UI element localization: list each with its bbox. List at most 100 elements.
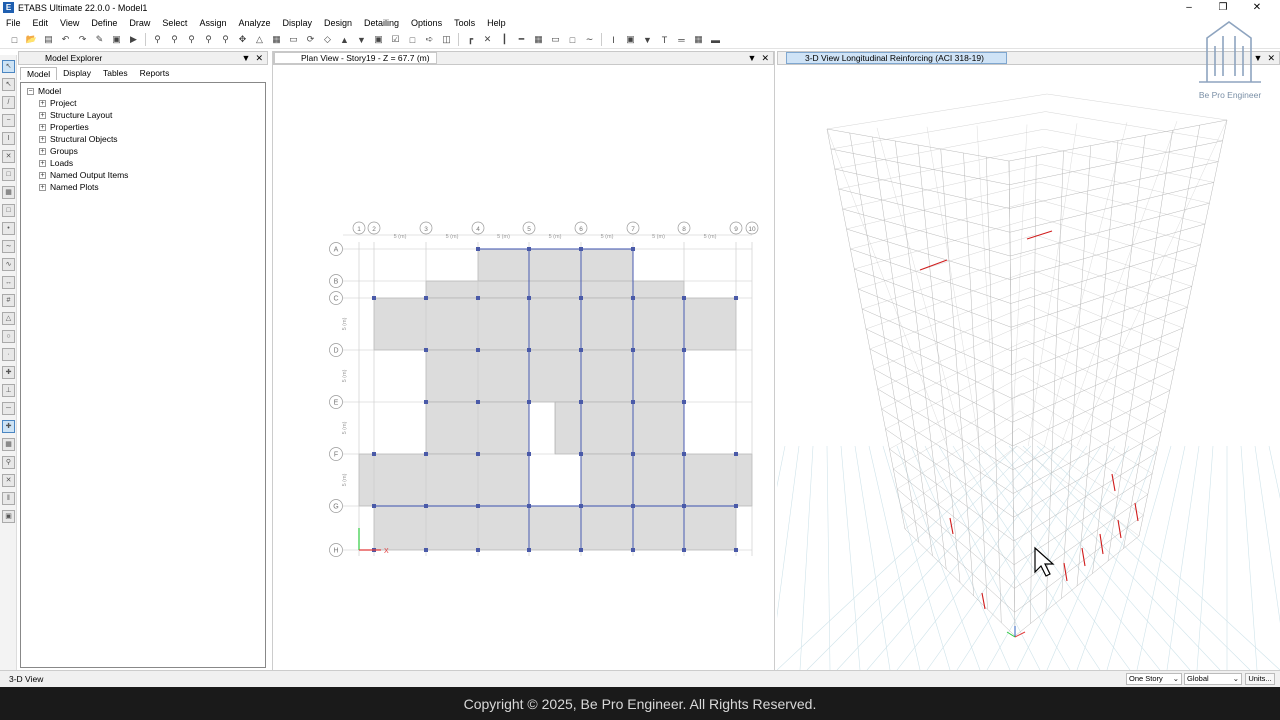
pencil-icon[interactable]: ✎: [93, 33, 107, 46]
zoom-window-icon[interactable]: ⚲: [151, 33, 165, 46]
tree-item-structure-layout[interactable]: + Structure Layout: [21, 109, 265, 121]
expand-icon[interactable]: +: [39, 183, 46, 191]
plan-view-icon[interactable]: ▦: [270, 33, 284, 46]
tree-item-structural-objects[interactable]: + Structural Objects: [21, 133, 265, 145]
menu-draw[interactable]: Draw: [123, 18, 156, 28]
expand-icon[interactable]: +: [39, 111, 46, 119]
draw-beam-icon[interactable]: ━: [515, 33, 529, 46]
save-icon[interactable]: ▤: [42, 33, 56, 46]
restore-icon[interactable]: ❐: [1206, 0, 1240, 15]
show-undeformed-icon[interactable]: □: [406, 33, 420, 46]
snap-points-icon[interactable]: ○: [2, 330, 15, 343]
menu-select[interactable]: Select: [156, 18, 193, 28]
draw-wall-icon[interactable]: ▦: [532, 33, 546, 46]
move-up-icon[interactable]: ▲: [338, 33, 352, 46]
draw-grid-icon[interactable]: #: [2, 294, 15, 307]
open-file-icon[interactable]: 📂: [25, 33, 39, 46]
tree-item-loads[interactable]: + Loads: [21, 157, 265, 169]
snap-perpendicular-icon[interactable]: ⊥: [2, 384, 15, 397]
close-panel-icon[interactable]: ✕: [255, 53, 263, 63]
close-icon[interactable]: ✕: [1240, 0, 1274, 15]
dropdown-arrow-icon[interactable]: ▼: [748, 53, 757, 63]
set-display-options-icon[interactable]: ☑: [389, 33, 403, 46]
draw-wall-tool-icon[interactable]: ▦: [2, 186, 15, 199]
expand-icon[interactable]: +: [39, 171, 46, 179]
menu-display[interactable]: Display: [276, 18, 318, 28]
menu-view[interactable]: View: [54, 18, 85, 28]
draw-link-icon[interactable]: ∼: [583, 33, 597, 46]
undo-icon[interactable]: ↶: [59, 33, 73, 46]
draw-opening-icon[interactable]: □: [566, 33, 580, 46]
rotate-icon[interactable]: ⟳: [304, 33, 318, 46]
close-window-icon[interactable]: ✕: [1267, 53, 1275, 63]
plan-view-title[interactable]: Plan View - Story19 - Z = 67.7 (m): [274, 52, 437, 64]
zoom-all-icon[interactable]: ⚲: [219, 33, 233, 46]
label-icon[interactable]: T: [658, 33, 672, 46]
draw-dimension-icon[interactable]: ↔: [2, 276, 15, 289]
3d-view-canvas[interactable]: [777, 66, 1280, 670]
draw-point-icon[interactable]: •: [2, 222, 15, 235]
draw-brace-tool-icon[interactable]: ✕: [2, 150, 15, 163]
line-style-icon[interactable]: ═: [675, 33, 689, 46]
show-deformed-icon[interactable]: ➪: [423, 33, 437, 46]
expand-icon[interactable]: +: [39, 135, 46, 143]
line-weight-icon[interactable]: ▬: [709, 33, 723, 46]
tree-item-project[interactable]: + Project: [21, 97, 265, 109]
menu-file[interactable]: File: [0, 18, 27, 28]
coordinate-system-select[interactable]: Global ⌄: [1184, 673, 1242, 685]
elevation-view-icon[interactable]: ▭: [287, 33, 301, 46]
zoom-out-icon[interactable]: ⚲: [202, 33, 216, 46]
rebar-icon[interactable]: ▦: [692, 33, 706, 46]
draw-beam-tool-icon[interactable]: −: [2, 114, 15, 127]
3d-view-title[interactable]: 3-D View Longitudinal Reinforcing (ACI 3…: [786, 52, 1007, 64]
menu-detailing[interactable]: Detailing: [358, 18, 405, 28]
snap-tangent-icon[interactable]: ⚲: [2, 456, 15, 469]
tab-model[interactable]: Model: [20, 66, 58, 80]
redo-icon[interactable]: ↷: [76, 33, 90, 46]
tab-display[interactable]: Display: [57, 67, 97, 79]
draw-brace-icon[interactable]: ✕: [481, 33, 495, 46]
section-designer-icon[interactable]: ▣: [624, 33, 638, 46]
tree-item-properties[interactable]: + Properties: [21, 121, 265, 133]
draw-column-tool-icon[interactable]: I: [2, 132, 15, 145]
section-cut-icon[interactable]: I: [607, 33, 621, 46]
units-button[interactable]: Units...: [1245, 673, 1275, 685]
snap-setting-icon[interactable]: ▣: [2, 510, 15, 523]
menu-help[interactable]: Help: [481, 18, 512, 28]
plan-view-canvas[interactable]: 1 2 3 4 5 6 7 8 9 10 A B C D E F G H 5 (m) 5 (m) 5 (m) 5 (m…: [273, 66, 776, 670]
tree-item-groups[interactable]: + Groups: [21, 145, 265, 157]
tree-item-named-output-items[interactable]: + Named Output Items: [21, 169, 265, 181]
draw-opening-tool-icon[interactable]: □: [2, 204, 15, 217]
menu-options[interactable]: Options: [405, 18, 448, 28]
perspective-icon[interactable]: ◇: [321, 33, 335, 46]
draw-line-icon[interactable]: /: [2, 96, 15, 109]
run-analysis-icon[interactable]: ▶: [127, 33, 141, 46]
tab-tables[interactable]: Tables: [97, 67, 134, 79]
draw-reference-icon[interactable]: △: [2, 312, 15, 325]
lock-icon[interactable]: ▣: [110, 33, 124, 46]
show-forces-icon[interactable]: ◫: [440, 33, 454, 46]
minimize-icon[interactable]: –: [1172, 0, 1206, 15]
expand-icon[interactable]: +: [39, 123, 46, 131]
menu-tools[interactable]: Tools: [448, 18, 481, 28]
snap-intersection-icon[interactable]: ✚: [2, 366, 15, 379]
menu-edit[interactable]: Edit: [27, 18, 55, 28]
pan-icon[interactable]: ✥: [236, 33, 250, 46]
expand-icon[interactable]: +: [39, 159, 46, 167]
3d-view-window[interactable]: 3-D View Longitudinal Reinforcing (ACI 3…: [777, 51, 1280, 670]
snap-grid-icon[interactable]: ✚: [2, 420, 15, 433]
draw-link-tool-icon[interactable]: ∼: [2, 240, 15, 253]
new-file-icon[interactable]: □: [8, 33, 22, 46]
menu-design[interactable]: Design: [318, 18, 358, 28]
tab-reports[interactable]: Reports: [134, 67, 176, 79]
zoom-in-icon[interactable]: ⚲: [185, 33, 199, 46]
collapse-icon[interactable]: −: [27, 87, 34, 95]
menu-define[interactable]: Define: [85, 18, 123, 28]
pointer-icon[interactable]: ↖: [2, 60, 15, 73]
move-down-icon[interactable]: ▼: [355, 33, 369, 46]
snap-ends-icon[interactable]: ∙: [2, 348, 15, 361]
reshape-icon[interactable]: ↖: [2, 78, 15, 91]
snap-lines-icon[interactable]: ─: [2, 402, 15, 415]
snap-extension-icon[interactable]: ✕: [2, 474, 15, 487]
story-select[interactable]: One Story ⌄: [1126, 673, 1182, 685]
